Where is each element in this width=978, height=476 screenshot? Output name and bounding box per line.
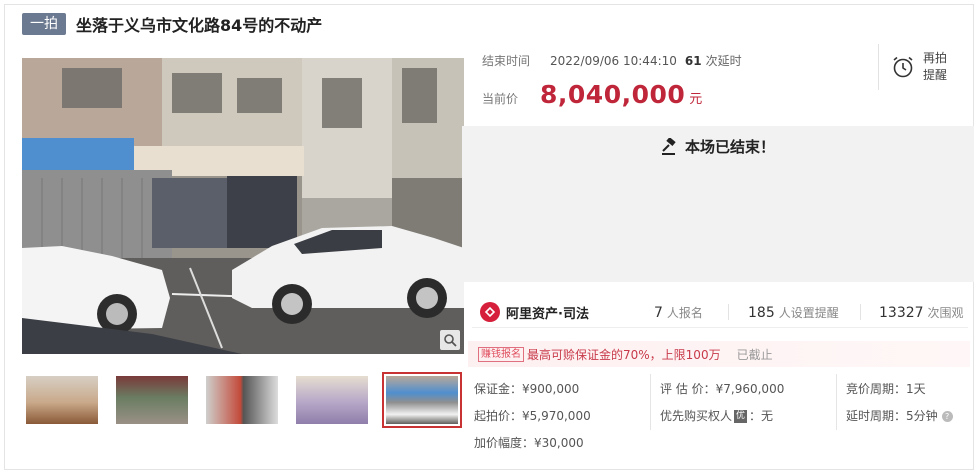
ali-assets-logo-icon [480, 302, 500, 322]
watchers-stat: 13327 次围观 [879, 304, 964, 321]
reauction-remind-button[interactable]: 再拍 提醒 [878, 44, 947, 90]
divider [860, 304, 861, 320]
appraisal-price: 评 估 价：¥7,960,000 [660, 382, 785, 396]
priority-buyer: 优先购买权人优：无 [660, 407, 773, 424]
thumbnail[interactable] [112, 372, 192, 428]
help-icon[interactable]: ? [941, 411, 953, 422]
extension-label: 次延时 [705, 54, 742, 68]
watchers-label: 次围观 [927, 306, 964, 320]
bid-period: 竞价周期：1天 [846, 382, 926, 396]
auction-ended-text: 本场已结束！ [684, 138, 775, 156]
thumbnail[interactable] [202, 372, 282, 428]
notice-status: 已截止 [736, 347, 773, 362]
remind-label-line1: 再拍 [923, 51, 948, 65]
main-property-photo[interactable] [22, 58, 464, 354]
thumbnail-active[interactable] [382, 372, 462, 428]
current-price-row: 当前价 8,040,000 元 [482, 80, 702, 109]
divider [650, 374, 651, 430]
thumbnail-strip [22, 372, 464, 432]
end-time-label: 结束时间 [482, 54, 531, 68]
price-unit: 元 [689, 92, 703, 107]
stats-bar: 阿里资产·司法 7 人报名 185 人设置提醒 13327 次围观 [472, 296, 968, 328]
auction-ended-message: 本场已结束！ [462, 136, 974, 157]
magnifier-icon [444, 334, 457, 347]
divider [836, 374, 837, 430]
current-price-value: 8,040,000 [540, 80, 686, 109]
gavel-icon [661, 137, 676, 155]
priority-buyer-value: ：无 [749, 409, 774, 423]
bid-increment: 加价幅度：¥30,000 [474, 436, 584, 450]
reminders-stat: 185 人设置提醒 [748, 304, 839, 321]
watchers-count: 13327 [879, 305, 924, 321]
thumbnail[interactable] [292, 372, 372, 428]
earn-register-badge: 赚钱报名 [478, 346, 524, 362]
registrations-count: 7 [654, 305, 663, 321]
registrations-label: 人报名 [666, 306, 703, 320]
end-time-row: 结束时间 2022/09/06 10:44:10 61 次延时 [482, 52, 742, 69]
current-price-label: 当前价 [482, 92, 519, 106]
alarm-clock-icon [893, 56, 913, 78]
priority-badge: 优 [734, 410, 748, 423]
priority-buyer-label: 优先购买权人 [660, 409, 733, 423]
extension-period-row: 延时周期：5分钟? [846, 407, 953, 424]
page-title: 坐落于义乌市文化路84号的不动产 [76, 16, 323, 35]
deposit-credit-notice: 赚钱报名 最高可赊保证金的70%，上限100万 已截止 [468, 341, 970, 367]
notice-text: 最高可赊保证金的70%，上限100万 [527, 347, 721, 362]
reminders-count: 185 [748, 305, 775, 321]
auction-ended-panel: 本场已结束！ [462, 126, 974, 282]
auction-details: 保证金：¥900,000 起拍价：¥5,970,000 加价幅度：¥30,000… [472, 374, 972, 466]
extension-count: 61 [684, 53, 702, 68]
thumbnail[interactable] [22, 372, 102, 428]
remind-label-line2: 提醒 [923, 68, 948, 82]
zoom-button[interactable] [440, 330, 460, 350]
reminders-label: 人设置提醒 [778, 306, 839, 320]
start-price: 起拍价：¥5,970,000 [474, 409, 591, 423]
registrations-stat: 7 人报名 [654, 304, 703, 321]
page-header: 一拍 坐落于义乌市文化路84号的不动产 [22, 12, 322, 36]
end-time-value: 2022/09/06 10:44:10 [550, 53, 677, 68]
extension-period: 延时周期：5分钟 [846, 409, 938, 423]
street-scene-illustration [22, 58, 464, 354]
auction-summary: 结束时间 2022/09/06 10:44:10 61 次延时 当前价 8,04… [472, 44, 972, 122]
brand-name: 阿里资产·司法 [506, 306, 589, 322]
auction-round-tag: 一拍 [22, 13, 66, 35]
divider [728, 304, 729, 320]
deposit: 保证金：¥900,000 [474, 382, 580, 396]
brand[interactable]: 阿里资产·司法 [480, 302, 589, 322]
